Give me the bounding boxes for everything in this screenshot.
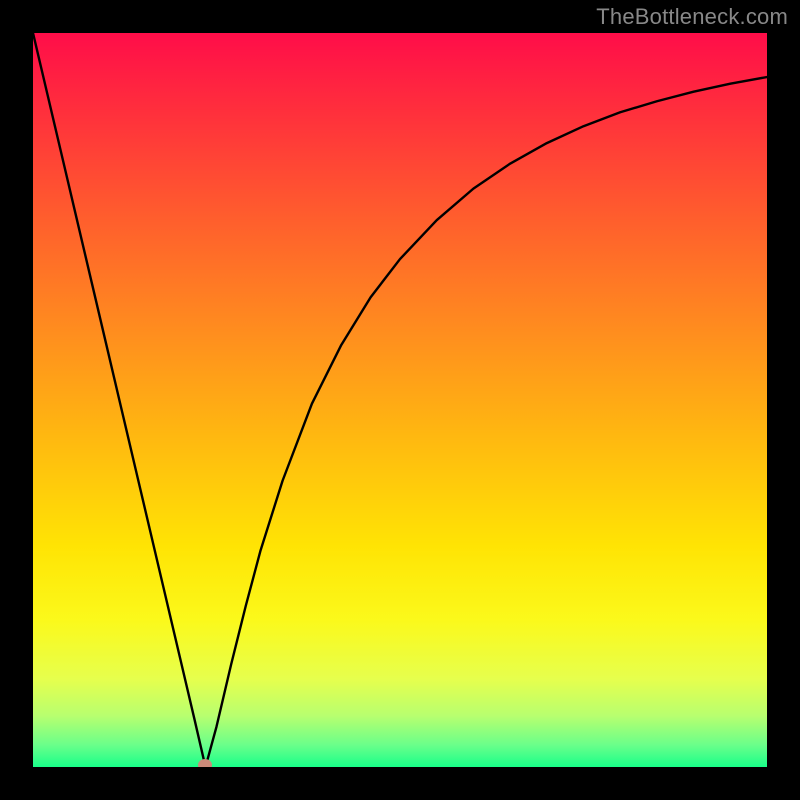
- plot-area: [33, 33, 767, 767]
- chart-frame: TheBottleneck.com: [0, 0, 800, 800]
- curve-overlay: [33, 33, 767, 767]
- bottleneck-curve: [33, 33, 767, 767]
- watermark-text: TheBottleneck.com: [596, 4, 788, 30]
- minimum-marker: [198, 759, 212, 767]
